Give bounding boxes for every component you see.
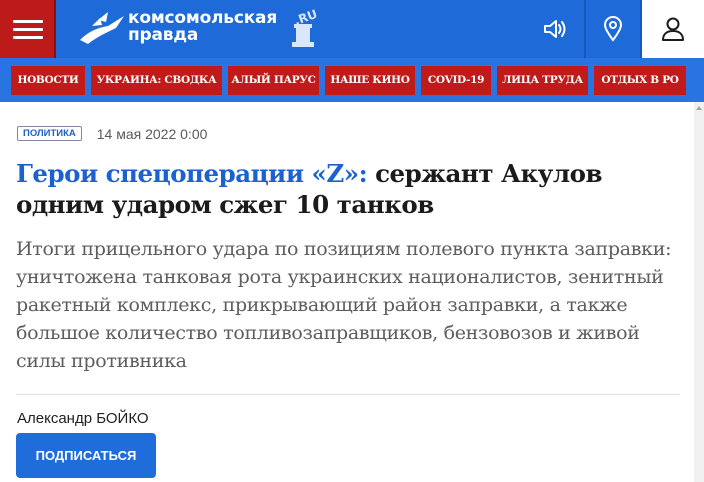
publish-date: 14 мая 2022 0:00 — [96, 125, 208, 142]
site-logo[interactable]: комсомольская правда .RU — [78, 6, 338, 54]
nav-item-aly-parus[interactable]: АЛЫЙ ПАРУС — [228, 65, 319, 95]
logo-ru-badge: .RU — [292, 7, 319, 47]
menu-icon-bar — [13, 20, 43, 23]
topic-nav: НОВОСТИ УКРАИНА: СВОДКА АЛЫЙ ПАРУС НАШЕ … — [0, 58, 704, 102]
kp-bird-logo-icon — [80, 12, 124, 44]
menu-button[interactable] — [0, 0, 56, 58]
nav-item-covid[interactable]: COVID-19 — [421, 65, 491, 95]
location-button[interactable] — [584, 0, 640, 58]
scroll-up-arrow-icon[interactable] — [696, 106, 702, 110]
sound-button[interactable] — [528, 0, 584, 58]
logo-line-2: правда — [128, 25, 199, 45]
logo-ru-text: .RU — [292, 7, 319, 28]
headline-kicker-link[interactable]: Герои спецоперации «Z»: — [16, 159, 368, 188]
sound-icon — [544, 20, 566, 38]
menu-icon-bar — [13, 28, 43, 31]
subscribe-button[interactable]: ПОДПИСАТЬСЯ — [16, 433, 156, 478]
logo-wordmark: комсомольская правда — [128, 10, 277, 44]
user-icon — [662, 17, 684, 41]
nav-item-otdykh[interactable]: ОТДЫХ В РО — [594, 65, 686, 95]
article-lead: Итоги прицельного удара по позициям поле… — [16, 238, 672, 372]
nav-item-ukraina-svodka[interactable]: УКРАИНА: СВОДКА — [91, 65, 222, 95]
article-header: ПОЛИТИКА 14 мая 2022 0:00 Герои спецопер… — [0, 102, 694, 482]
location-pin-icon — [603, 16, 623, 42]
author-name[interactable]: Александр БОЙКО — [17, 410, 149, 427]
site-header: комсомольская правда .RU — [0, 0, 704, 58]
scrollbar[interactable] — [694, 102, 704, 482]
article-headline: Герои спецоперации «Z»: сержант Акулов о… — [16, 158, 666, 220]
rubric-tag[interactable]: ПОЛИТИКА — [17, 126, 82, 141]
nav-item-novosti[interactable]: НОВОСТИ — [11, 65, 85, 95]
divider — [16, 394, 680, 395]
nav-item-litsa-truda[interactable]: ЛИЦА ТРУДА — [497, 65, 588, 95]
menu-icon-bar — [13, 36, 43, 39]
user-account-button[interactable] — [640, 0, 704, 58]
nav-item-nashe-kino[interactable]: НАШЕ КИНО — [325, 65, 415, 95]
article-meta: ПОЛИТИКА 14 мая 2022 0:00 — [17, 124, 207, 143]
